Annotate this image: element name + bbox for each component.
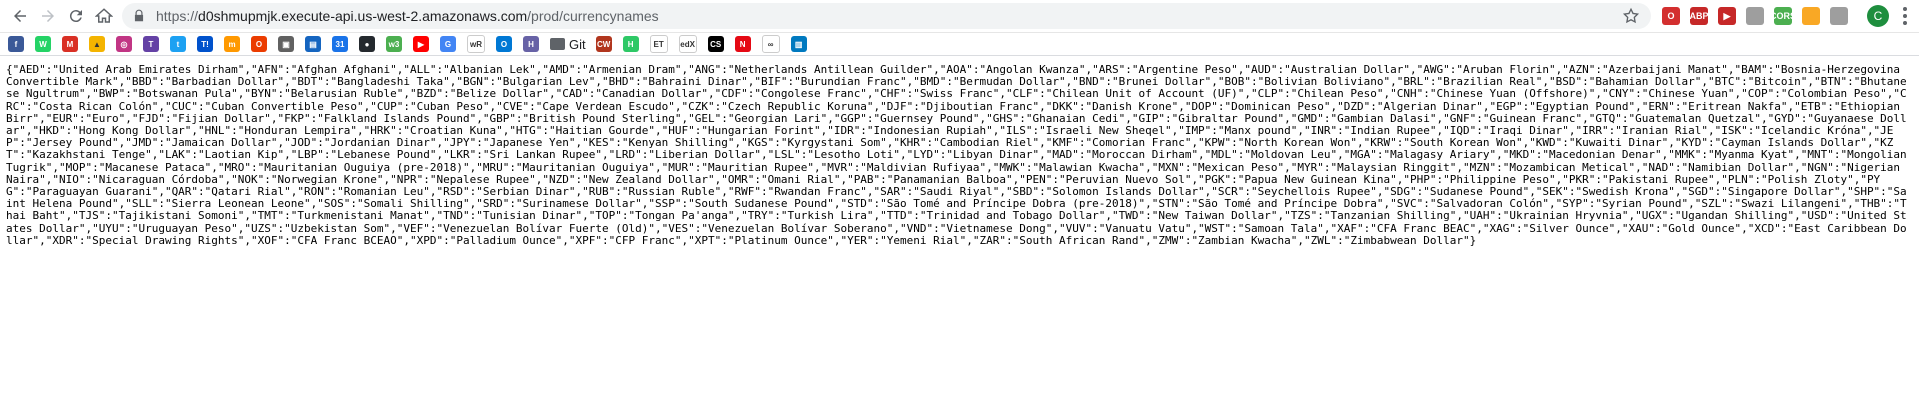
url-path: /prod/currencynames	[527, 8, 659, 24]
calendar-icon[interactable]: 31	[332, 36, 348, 52]
note-extension-icon[interactable]	[1802, 7, 1820, 25]
url-host: d0shmupmjk.execute-api.us-west-2.amazona…	[198, 8, 528, 24]
office-icon[interactable]: O	[251, 36, 267, 52]
puzzle-extension-icon[interactable]	[1830, 7, 1848, 25]
github-icon[interactable]: ●	[359, 36, 375, 52]
bookmarks-bar: f W M ▲ ◎ Tt T! m O ▣ ▤ 31 ● w3 ▶ GwR O H Git CW H ET edX CS N ∞ ▥	[0, 33, 1919, 56]
trello-alt-icon[interactable]: T!	[197, 36, 213, 52]
codewars-icon[interactable]: CW	[595, 36, 612, 52]
image-icon[interactable]: ▣	[278, 36, 294, 52]
page-content: {"AED":"United Arab Emirates Dirham","AF…	[0, 56, 1919, 247]
wordreference-icon[interactable]: wR	[467, 35, 485, 53]
translate-icon[interactable]: G	[440, 36, 456, 52]
whatsapp-icon[interactable]: W	[35, 36, 51, 52]
reload-icon[interactable]	[62, 2, 90, 30]
et-icon[interactable]: ET	[649, 35, 668, 53]
instagram-icon[interactable]: ◎	[116, 36, 132, 52]
twitch-icon[interactable]: T	[143, 36, 159, 52]
cube-extension-icon[interactable]	[1746, 7, 1764, 25]
folder-icon	[550, 38, 565, 50]
extensions-bar: O ABP ▶ CORS	[1657, 7, 1853, 25]
lock-icon	[132, 8, 148, 24]
gmail-icon[interactable]: M	[62, 36, 78, 52]
browser-toolbar: https://d0shmupmjk.execute-api.us-west-2…	[0, 0, 1919, 33]
drive-icon[interactable]: ▲	[89, 36, 105, 52]
netflix-icon[interactable]: N	[734, 36, 751, 52]
home-icon[interactable]	[90, 2, 118, 30]
video-extension-icon[interactable]: ▶	[1718, 7, 1736, 25]
hackerrank-icon[interactable]: H	[622, 36, 639, 52]
menu-icon[interactable]	[1897, 5, 1913, 27]
bookmark-star-icon[interactable]	[1621, 6, 1641, 26]
youtube-icon[interactable]: ▶	[413, 36, 429, 52]
cors-icon[interactable]: CORS	[1770, 7, 1796, 25]
url-scheme: https://	[156, 8, 199, 24]
profile-avatar[interactable]: C	[1867, 5, 1889, 27]
back-icon[interactable]	[6, 2, 34, 30]
cs-icon[interactable]: CS	[707, 36, 724, 52]
outlook-icon[interactable]: O	[496, 36, 512, 52]
twitter-icon[interactable]: t	[170, 36, 186, 52]
edx-icon[interactable]: edX	[678, 35, 697, 53]
address-bar[interactable]: https://d0shmupmjk.execute-api.us-west-2…	[122, 3, 1651, 29]
json-response-text: {"AED":"United Arab Emirates Dirham","AF…	[6, 63, 1914, 247]
bookmark-folder-label: Git	[569, 36, 586, 52]
link-icon[interactable]: ∞	[761, 35, 780, 53]
bookmark-folder-git[interactable]: Git	[550, 37, 586, 52]
w3schools-icon[interactable]: w3	[386, 36, 402, 52]
opera-icon[interactable]: O	[1662, 7, 1680, 25]
trello-icon[interactable]: ▥	[790, 36, 807, 52]
heroku-icon[interactable]: H	[523, 36, 539, 52]
url-text: https://d0shmupmjk.execute-api.us-west-2…	[156, 8, 659, 24]
navigation-buttons	[0, 2, 118, 30]
forward-icon[interactable]	[34, 2, 62, 30]
screencast-icon[interactable]: ▤	[305, 36, 321, 52]
facebook-icon[interactable]: f	[8, 36, 24, 52]
mturk-icon[interactable]: m	[224, 36, 240, 52]
adblock-icon[interactable]: ABP	[1690, 7, 1709, 25]
